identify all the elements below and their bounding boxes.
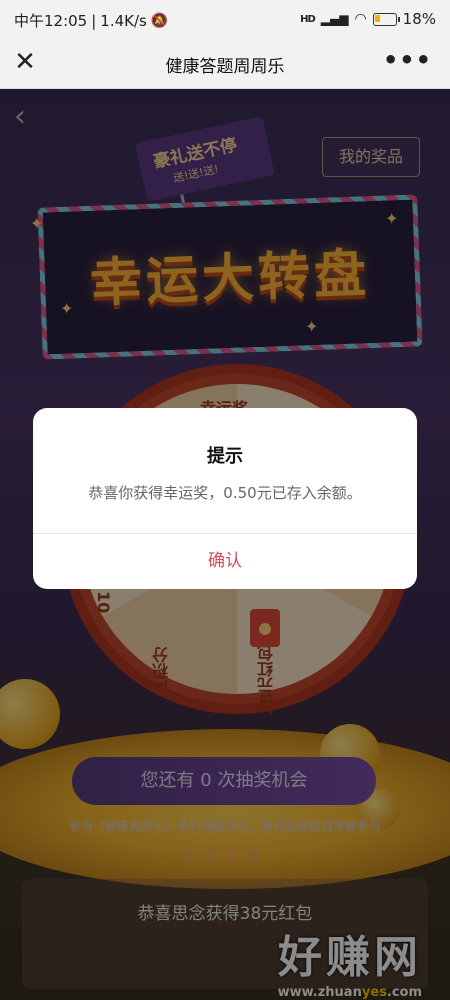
status-time: 中午12:05 [14,12,88,30]
more-options-button[interactable]: ••• [383,46,432,74]
wifi-icon: ◠ [354,11,367,27]
mute-icon: 🔕 [150,12,169,29]
status-separator: | [91,11,97,30]
battery-percent: 18% [402,10,436,28]
hd-signal-icon: HD [300,13,316,25]
confirm-button[interactable]: 确认 [33,534,417,589]
network-speed: 1.4K/s [100,11,147,30]
dialog-title: 提示 [207,446,243,467]
cell-signal-icon: ▂▄▆ [320,12,349,26]
status-bar: 中午12:05 | 1.4K/s 🔕 HD ▂▄▆ ◠ 18% [0,0,450,38]
dialog-message: 恭喜你获得幸运奖，0.50元已存入余额。 [88,484,362,502]
status-right: HD ▂▄▆ ◠ 18% [300,10,436,28]
prize-dialog: 提示 恭喜你获得幸运奖，0.50元已存入余额。 确认 [33,408,417,589]
battery-icon [372,12,400,26]
title-bar: ✕ 健康答题周周乐 ••• [0,38,450,89]
status-left: 中午12:05 | 1.4K/s 🔕 [14,10,168,31]
